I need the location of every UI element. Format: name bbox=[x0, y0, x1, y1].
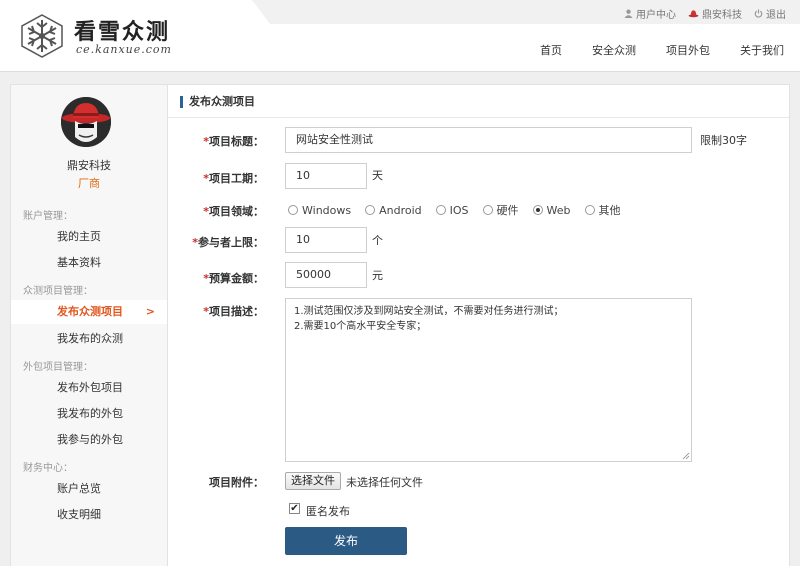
top-links: 用户中心 鼎安科技 退出 bbox=[624, 6, 786, 21]
radio-ios[interactable]: IOS bbox=[435, 202, 469, 218]
radio-circle bbox=[482, 205, 493, 215]
title-label: *项目标题： bbox=[203, 135, 264, 148]
top-strip-slant bbox=[252, 0, 270, 24]
attach-label: 项目附件： bbox=[209, 476, 264, 489]
logo-name: 看雪众测 bbox=[74, 19, 171, 45]
domain-label: *项目领域： bbox=[203, 205, 264, 218]
company-link[interactable]: 鼎安科技 bbox=[688, 6, 742, 21]
hat-icon bbox=[688, 10, 699, 18]
user-center-label: 用户中心 bbox=[636, 10, 676, 21]
sidebar-item-my-home[interactable]: 我的主页 bbox=[11, 225, 167, 249]
period-input[interactable]: 10 bbox=[285, 163, 367, 189]
user-icon bbox=[624, 9, 633, 18]
section-crowdtest: 众测项目管理： bbox=[23, 286, 93, 297]
sidebar-item-my-crowdtests[interactable]: 我发布的众测 bbox=[11, 327, 167, 351]
domain-radio-group: Windows Android IOS 硬件 Web 其他 bbox=[288, 202, 635, 218]
sidebar-item-my-published-outsourcing[interactable]: 我发布的外包 bbox=[11, 402, 167, 426]
sidebar-item-account-overview[interactable]: 账户总览 bbox=[11, 477, 167, 501]
limit-unit: 个 bbox=[372, 234, 383, 247]
main-nav: 首页 安全众测 项目外包 关于我们 bbox=[540, 42, 784, 58]
section-account: 账户管理： bbox=[23, 211, 73, 222]
nav-about[interactable]: 关于我们 bbox=[740, 42, 784, 58]
anonymous-label: 匿名发布 bbox=[306, 505, 350, 518]
nav-outsourcing[interactable]: 项目外包 bbox=[666, 42, 710, 58]
desc-line-1: 1.测试范围仅涉及到网站安全测试，不需要对任务进行测试； bbox=[294, 306, 564, 317]
desc-label: *项目描述： bbox=[203, 305, 264, 318]
period-unit: 天 bbox=[372, 169, 383, 182]
logout-label: 退出 bbox=[766, 10, 786, 21]
nav-home[interactable]: 首页 bbox=[540, 42, 562, 58]
radio-windows[interactable]: Windows bbox=[288, 202, 351, 218]
limit-label: *参与者上限： bbox=[192, 236, 264, 249]
radio-circle bbox=[584, 205, 595, 215]
user-role: 厂商 bbox=[78, 177, 100, 190]
budget-label: *预算金额： bbox=[203, 272, 264, 285]
section-finance: 财务中心： bbox=[23, 463, 73, 474]
resize-grip-icon[interactable] bbox=[682, 452, 690, 460]
sidebar-item-publish-outsourcing[interactable]: 发布外包项目 bbox=[11, 376, 167, 400]
snowflake-logo-icon bbox=[21, 14, 63, 58]
limit-input[interactable]: 10 bbox=[285, 227, 367, 253]
sidebar-item-transactions[interactable]: 收支明细 bbox=[11, 503, 167, 527]
company-label: 鼎安科技 bbox=[702, 10, 742, 21]
sidebar-item-my-joined-outsourcing[interactable]: 我参与的外包 bbox=[11, 428, 167, 452]
main-panel: 发布众测项目 *项目标题： 网站安全性测试 限制30字 *项目工期： 10 天 … bbox=[168, 84, 790, 566]
avatar bbox=[61, 97, 111, 147]
site-logo[interactable]: 看雪众测 ce.kanxue.com bbox=[16, 12, 186, 62]
hacker-avatar-icon bbox=[61, 97, 111, 147]
sidebar-item-profile[interactable]: 基本资料 bbox=[11, 251, 167, 275]
submit-button[interactable]: 发布 bbox=[285, 527, 407, 555]
logout-link[interactable]: 退出 bbox=[754, 6, 786, 21]
radio-circle bbox=[365, 205, 376, 215]
radio-circle bbox=[435, 205, 446, 215]
desc-line-2: 2.需要10个高水平安全专家； bbox=[294, 321, 427, 332]
sidebar-item-publish-crowdtest[interactable]: 发布众测项目 > bbox=[11, 300, 167, 324]
anonymous-checkbox[interactable]: ✔ bbox=[289, 503, 300, 514]
title-input[interactable]: 网站安全性测试 bbox=[285, 127, 692, 153]
radio-circle-selected bbox=[532, 205, 543, 215]
budget-input[interactable]: 50000 bbox=[285, 262, 367, 288]
logo-url: ce.kanxue.com bbox=[76, 43, 172, 56]
user-name: 鼎安科技 bbox=[67, 159, 111, 172]
file-status: 未选择任何文件 bbox=[346, 476, 423, 489]
radio-hardware[interactable]: 硬件 bbox=[482, 202, 519, 218]
power-icon bbox=[754, 9, 763, 18]
choose-file-button[interactable]: 选择文件 bbox=[285, 472, 341, 490]
desc-textarea[interactable]: 1.测试范围仅涉及到网站安全测试，不需要对任务进行测试； 2.需要10个高水平安… bbox=[285, 298, 692, 462]
active-arrow-icon: > bbox=[145, 305, 155, 318]
nav-security-test[interactable]: 安全众测 bbox=[592, 42, 636, 58]
radio-circle bbox=[288, 205, 298, 215]
page-title: 发布众测项目 bbox=[180, 96, 255, 108]
section-outsourcing: 外包项目管理： bbox=[23, 362, 93, 373]
radio-web[interactable]: Web bbox=[532, 202, 571, 218]
radio-other[interactable]: 其他 bbox=[584, 202, 621, 218]
user-center-link[interactable]: 用户中心 bbox=[624, 6, 676, 21]
sidebar: 鼎安科技 厂商 账户管理： 我的主页 基本资料 众测项目管理： 发布众测项目 >… bbox=[10, 84, 168, 566]
sidebar-item-label: 发布众测项目 bbox=[57, 305, 123, 318]
budget-unit: 元 bbox=[372, 269, 383, 282]
radio-android[interactable]: Android bbox=[365, 202, 422, 218]
title-hint: 限制30字 bbox=[700, 134, 747, 147]
title-divider bbox=[168, 117, 789, 118]
period-label: *项目工期： bbox=[203, 172, 264, 185]
site-header: 用户中心 鼎安科技 退出 看雪众测 ce.kanxue.com 首页 安全众测 … bbox=[0, 0, 800, 72]
